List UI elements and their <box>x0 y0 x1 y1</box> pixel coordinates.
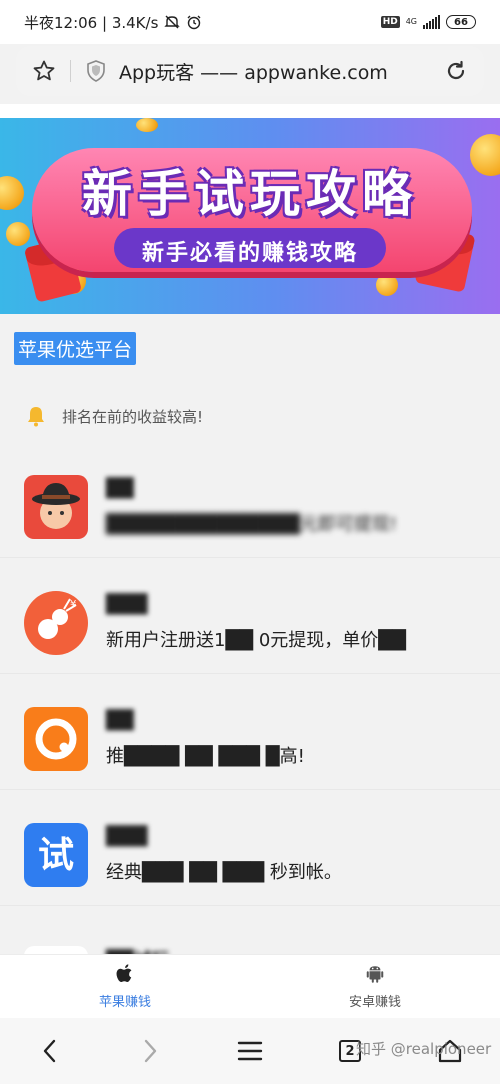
svg-text:¥: ¥ <box>70 599 76 610</box>
apple-icon <box>116 964 132 982</box>
notice-row: 排名在前的收益较高! <box>0 390 500 442</box>
app-list-item[interactable]: 试 ███ 经典███ ██ ███ 秒到帐。 <box>0 804 500 906</box>
tab-android-earn[interactable]: 安卓赚钱 <box>250 955 500 1018</box>
app-name: ███ <box>106 825 148 847</box>
hd-badge: HD <box>380 16 400 28</box>
tab-label: 苹果赚钱 <box>98 995 151 1010</box>
svg-text:试: 试 <box>38 835 74 876</box>
blue-dot-icon <box>24 946 88 954</box>
android-icon <box>366 966 384 983</box>
status-bar: 半夜12:06 | 3.4K/s HD 4G 66 <box>0 0 500 44</box>
app-description: 经典███ ██ ███ 秒到帐。 <box>106 861 342 883</box>
app-name: ███ <box>106 593 148 615</box>
app-list-item[interactable]: ¥ ███ 新用户注册送1██ 0元提现，单价██ <box>0 572 500 674</box>
page-content: 新手试玩攻略 新手必看的赚钱攻略 苹果优选平台 排名在前的收益较高! ██ ██… <box>0 104 500 954</box>
battery-icon: 66 <box>446 15 476 29</box>
menu-icon <box>237 1041 263 1061</box>
app-list-item[interactable]: ██ ██████████████元即可提现! <box>0 456 500 558</box>
app-icon-ant: ¥ <box>24 590 88 655</box>
menu-button[interactable] <box>235 1036 265 1066</box>
signal-icon <box>423 15 440 29</box>
section-tag: 苹果优选平台 <box>14 332 137 365</box>
coin-decoration <box>136 118 158 132</box>
ant-icon: ¥ <box>24 590 88 655</box>
app-icon-cowboy <box>24 474 88 539</box>
app-list-item[interactable]: ██试玩 <box>0 920 500 954</box>
chevron-left-icon <box>43 1039 56 1063</box>
divider <box>70 60 71 82</box>
chevron-right-icon <box>144 1039 157 1063</box>
app-name: ██ <box>106 477 134 499</box>
bookmark-star-icon[interactable] <box>32 59 56 83</box>
app-description: 推████ ██ ███ █高! <box>106 745 305 767</box>
app-icon-partial <box>24 946 88 954</box>
mute-icon <box>164 15 181 29</box>
address-bar[interactable]: App玩客 —— appwanke.com <box>16 46 484 96</box>
bottom-tab-bar: 苹果赚钱 安卓赚钱 <box>0 954 500 1018</box>
banner-title: 新手试玩攻略 <box>82 165 418 223</box>
app-list-item[interactable]: ██ 推████ ██ ███ █高! <box>0 688 500 790</box>
app-description: ██████████████元即可提现! <box>106 513 398 535</box>
shi-char-icon: 试 <box>38 835 74 876</box>
coin-decoration <box>376 274 398 296</box>
shield-icon[interactable] <box>85 59 107 83</box>
app-name: ██试玩 <box>106 946 170 954</box>
bell-icon <box>28 407 44 427</box>
app-description: 新用户注册送1██ 0元提现，单价██ <box>106 629 406 651</box>
app-icon-shi: 试 <box>24 822 88 887</box>
watermark: 知乎 @realpioneer <box>356 1040 492 1058</box>
alarm-icon <box>187 15 201 30</box>
banner-subtitle: 新手必看的赚钱攻略 <box>141 241 358 266</box>
status-time: 半夜12:06 | 3.4K/s <box>24 13 159 32</box>
tab-apple-earn[interactable]: 苹果赚钱 <box>0 955 250 1018</box>
url-text[interactable]: App玩客 —— appwanke.com <box>119 58 388 85</box>
back-button[interactable] <box>35 1036 65 1066</box>
promo-banner[interactable]: 新手试玩攻略 新手必看的赚钱攻略 <box>0 118 500 314</box>
battery-level: 66 <box>454 16 468 28</box>
app-icon-orange-q <box>24 706 88 771</box>
reload-icon[interactable] <box>444 59 468 83</box>
app-name: ██ <box>106 709 134 731</box>
forward-button[interactable] <box>135 1036 165 1066</box>
notice-text: 排名在前的收益较高! <box>62 407 204 426</box>
q-logo-icon <box>35 718 77 759</box>
network-type: 4G <box>405 17 417 26</box>
tab-label: 安卓赚钱 <box>348 995 401 1010</box>
cowboy-icon <box>32 482 80 529</box>
